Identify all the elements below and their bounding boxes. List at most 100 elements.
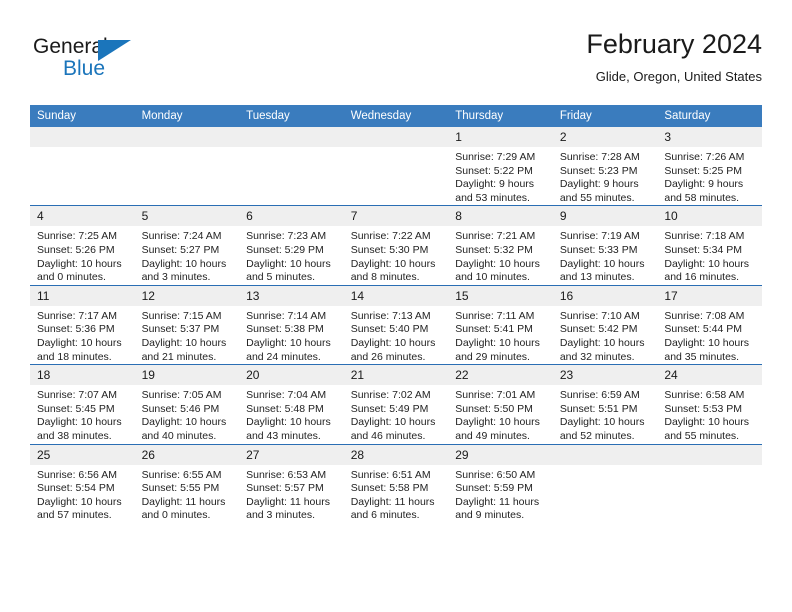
day-number: 12 [134, 285, 240, 306]
day-details: Sunrise: 7:28 AM Sunset: 5:23 PM Daylight:… [553, 147, 658, 205]
sunset-text: Sunset: 5:55 PM [141, 482, 220, 495]
calendar-day-cell[interactable]: 7 Sunrise: 7:22 AM Sunset: 5:30 PM Daylight… [343, 205, 449, 286]
day-number: 10 [657, 206, 762, 227]
calendar-day-cell[interactable]: 9 Sunrise: 7:19 AM Sunset: 5:33 PM Daylight… [552, 205, 658, 286]
day-number: 24 [657, 365, 762, 386]
day-details: Sunrise: 7:15 AM Sunset: 5:37 PM Daylight:… [135, 306, 240, 364]
daylight-text: Daylight: 10 hours and 43 minutes. [246, 416, 331, 442]
sunset-text: Sunset: 5:30 PM [350, 243, 429, 256]
calendar-day-cell[interactable]: 6 Sunrise: 7:23 AM Sunset: 5:29 PM Daylight… [239, 205, 344, 286]
sunset-text: Sunset: 5:50 PM [455, 402, 533, 415]
calendar-day-cell[interactable]: 1 Sunrise: 7:29 AM Sunset: 5:22 PM Daylight… [448, 127, 553, 206]
calendar-day-cell[interactable]: 4 Sunrise: 7:25 AM Sunset: 5:26 PM Daylight… [30, 205, 135, 286]
calendar-day-cell[interactable]: 15 Sunrise: 7:11 AM Sunset: 5:41 PM Dayligh… [448, 284, 553, 365]
sunrise-text: Sunrise: 6:53 AM [246, 468, 327, 481]
daylight-text: Daylight: 9 hours and 58 minutes. [664, 178, 744, 204]
calendar-day-cell-empty [30, 127, 135, 206]
sunrise-text: Sunrise: 7:23 AM [246, 230, 327, 243]
calendar-day-cell[interactable]: 8 Sunrise: 7:21 AM Sunset: 5:32 PM Daylight… [448, 205, 553, 286]
calendar-day-cell[interactable]: 28 Sunrise: 6:51 AM Sunset: 5:58 PM Dayligh… [343, 443, 449, 523]
daylight-text: Daylight: 10 hours and 32 minutes. [559, 336, 645, 363]
weekday-header-friday: Friday [552, 105, 658, 127]
sunrise-text: Sunrise: 7:08 AM [664, 309, 745, 322]
weekday-header-saturday: Saturday [657, 105, 762, 127]
day-details: Sunrise: 7:11 AM Sunset: 5:41 PM Daylight:… [448, 306, 553, 364]
day-details: Sunrise: 7:07 AM Sunset: 5:45 PM Daylight:… [30, 385, 135, 443]
day-details: Sunrise: 7:24 AM Sunset: 5:27 PM Daylight:… [135, 226, 240, 284]
calendar-week-row: 25 Sunrise: 6:56 AM Sunset: 5:54 PM Dayligh… [30, 443, 762, 523]
daylight-text: Daylight: 10 hours and 16 minutes. [664, 257, 750, 284]
calendar-day-cell[interactable]: 2 Sunrise: 7:28 AM Sunset: 5:23 PM Daylight… [552, 127, 658, 206]
sunrise-text: Sunrise: 7:26 AM [664, 151, 745, 163]
day-details: Sunrise: 7:22 AM Sunset: 5:30 PM Daylight:… [344, 226, 449, 284]
day-details [239, 147, 344, 151]
daylight-text: Daylight: 10 hours and 35 minutes. [664, 336, 750, 363]
calendar-day-cell[interactable]: 5 Sunrise: 7:24 AM Sunset: 5:27 PM Daylight… [134, 205, 240, 286]
weekday-header-tuesday: Tuesday [239, 105, 344, 127]
sunrise-text: Sunrise: 6:58 AM [664, 389, 745, 402]
calendar-day-cell[interactable]: 16 Sunrise: 7:10 AM Sunset: 5:42 PM Dayligh… [552, 284, 658, 365]
daylight-text: Daylight: 10 hours and 18 minutes. [37, 336, 122, 363]
day-details: Sunrise: 7:04 AM Sunset: 5:48 PM Daylight:… [239, 385, 344, 443]
calendar-day-cell[interactable]: 3 Sunrise: 7:26 AM Sunset: 5:25 PM Daylight… [657, 127, 762, 206]
day-number: 11 [30, 285, 135, 306]
calendar-day-cell[interactable]: 21 Sunrise: 7:02 AM Sunset: 5:49 PM Dayligh… [343, 364, 449, 444]
sunrise-text: Sunrise: 7:29 AM [455, 151, 536, 163]
sunset-text: Sunset: 5:36 PM [37, 323, 115, 336]
calendar-day-cell[interactable]: 14 Sunrise: 7:13 AM Sunset: 5:40 PM Dayligh… [343, 284, 449, 365]
general-blue-logo[interactable]: General Blue [33, 36, 153, 84]
sunset-text: Sunset: 5:41 PM [455, 323, 533, 336]
day-details: Sunrise: 7:10 AM Sunset: 5:42 PM Daylight:… [553, 306, 658, 364]
logo-text-blue: Blue [63, 57, 106, 80]
daylight-text: Daylight: 9 hours and 55 minutes. [559, 178, 639, 204]
calendar-day-cell[interactable]: 20 Sunrise: 7:04 AM Sunset: 5:48 PM Dayligh… [239, 364, 344, 444]
calendar-day-cell[interactable]: 26 Sunrise: 6:55 AM Sunset: 5:55 PM Dayligh… [134, 443, 240, 523]
sunset-text: Sunset: 5:42 PM [559, 323, 638, 336]
calendar-header-row: Sunday Monday Tuesday Wednesday Thursday Frid… [30, 105, 762, 127]
day-number: 19 [134, 365, 240, 386]
calendar-day-cell[interactable]: 12 Sunrise: 7:15 AM Sunset: 5:37 PM Dayligh… [134, 284, 240, 365]
day-number: 3 [657, 127, 762, 147]
calendar-day-cell[interactable]: 25 Sunrise: 6:56 AM Sunset: 5:54 PM Dayligh… [30, 443, 135, 523]
calendar-day-cell-empty [657, 443, 762, 523]
day-details [135, 147, 240, 151]
calendar-day-cell[interactable]: 18 Sunrise: 7:07 AM Sunset: 5:45 PM Dayligh… [30, 364, 135, 444]
calendar-day-cell[interactable]: 23 Sunrise: 6:59 AM Sunset: 5:51 PM Dayligh… [552, 364, 658, 444]
daylight-text: Daylight: 9 hours and 53 minutes. [455, 178, 535, 204]
day-details: Sunrise: 7:19 AM Sunset: 5:33 PM Daylight:… [553, 226, 658, 284]
sunset-text: Sunset: 5:40 PM [350, 323, 429, 336]
day-number: 13 [239, 285, 344, 306]
sunset-text: Sunset: 5:37 PM [141, 323, 220, 336]
calendar-day-cell[interactable]: 17 Sunrise: 7:08 AM Sunset: 5:44 PM Dayligh… [657, 284, 762, 365]
day-number: 18 [30, 365, 135, 386]
daylight-text: Daylight: 10 hours and 26 minutes. [350, 336, 436, 363]
day-number [134, 127, 240, 147]
sunrise-text: Sunrise: 6:55 AM [141, 468, 222, 481]
calendar-day-cell[interactable]: 10 Sunrise: 7:18 AM Sunset: 5:34 PM Dayligh… [657, 205, 762, 286]
day-details: Sunrise: 6:51 AM Sunset: 5:58 PM Daylight:… [344, 465, 449, 523]
daylight-text: Daylight: 10 hours and 0 minutes. [37, 257, 122, 284]
sunrise-text: Sunrise: 6:50 AM [455, 468, 536, 481]
sunset-text: Sunset: 5:26 PM [37, 243, 115, 256]
calendar-day-cell[interactable]: 19 Sunrise: 7:05 AM Sunset: 5:46 PM Dayligh… [134, 364, 240, 444]
day-number: 1 [448, 127, 553, 147]
calendar-day-cell-empty [239, 127, 344, 206]
calendar-day-cell[interactable]: 29 Sunrise: 6:50 AM Sunset: 5:59 PM Dayligh… [448, 443, 553, 523]
day-number: 5 [134, 206, 240, 227]
sunrise-text: Sunrise: 7:13 AM [350, 309, 431, 322]
calendar-day-cell[interactable]: 22 Sunrise: 7:01 AM Sunset: 5:50 PM Dayligh… [448, 364, 553, 444]
calendar-day-cell-empty [134, 127, 240, 206]
sunrise-text: Sunrise: 7:19 AM [559, 230, 640, 243]
calendar-day-cell[interactable]: 11 Sunrise: 7:17 AM Sunset: 5:36 PM Dayligh… [30, 284, 135, 365]
daylight-text: Daylight: 11 hours and 0 minutes. [141, 495, 226, 522]
sunrise-text: Sunrise: 7:14 AM [246, 309, 327, 322]
sunset-text: Sunset: 5:34 PM [664, 243, 743, 256]
calendar-day-cell[interactable]: 24 Sunrise: 6:58 AM Sunset: 5:53 PM Dayligh… [657, 364, 762, 444]
daylight-text: Daylight: 10 hours and 38 minutes. [37, 416, 122, 442]
day-number: 26 [134, 444, 240, 465]
daylight-text: Daylight: 10 hours and 55 minutes. [664, 416, 750, 442]
calendar-day-cell[interactable]: 13 Sunrise: 7:14 AM Sunset: 5:38 PM Dayligh… [239, 284, 344, 365]
calendar-day-cell[interactable]: 27 Sunrise: 6:53 AM Sunset: 5:57 PM Dayligh… [239, 443, 344, 523]
sunset-text: Sunset: 5:38 PM [246, 323, 324, 336]
weekday-header-sunday: Sunday [30, 105, 135, 127]
